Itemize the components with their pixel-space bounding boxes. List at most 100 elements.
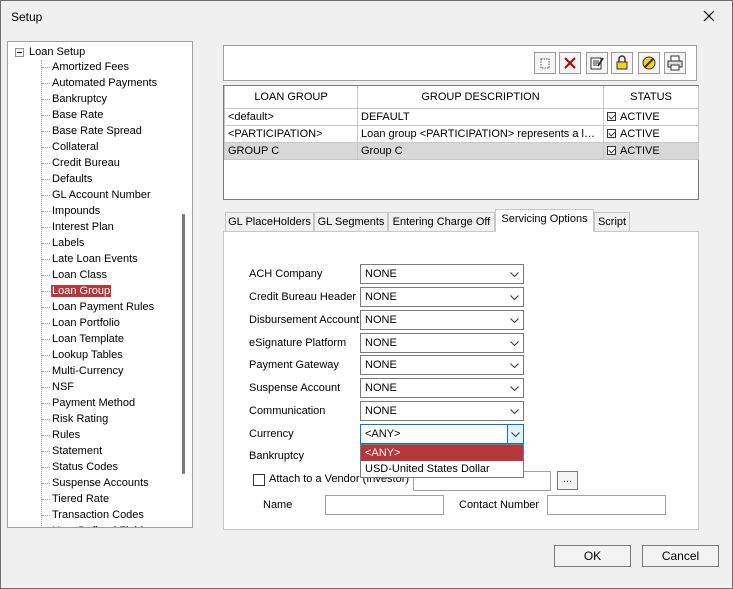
status-text: ACTIVE bbox=[620, 127, 660, 140]
tab-entering-charge-off[interactable]: Entering Charge Off bbox=[388, 212, 495, 232]
status-cell[interactable]: ACTIVE bbox=[603, 124, 699, 143]
loan-group-grid[interactable]: LOAN GROUP GROUP DESCRIPTION STATUS <def… bbox=[223, 85, 699, 200]
status-checkbox[interactable] bbox=[607, 111, 616, 121]
disbursement-account-select[interactable]: NONE bbox=[360, 310, 524, 330]
credit-bureau-header-value: NONE bbox=[365, 291, 397, 303]
loan-group-cell[interactable]: <default> bbox=[224, 107, 358, 126]
group-description-cell[interactable]: Group C bbox=[357, 141, 604, 160]
tree-item-loan-group[interactable]: Loan Group bbox=[8, 283, 180, 299]
tree-item-transaction-codes[interactable]: Transaction Codes bbox=[8, 507, 180, 523]
delete-icon bbox=[564, 57, 576, 69]
tree-item-collateral[interactable]: Collateral bbox=[8, 139, 180, 155]
currency-dropdown-list[interactable]: <ANY> USD-United States Dollar bbox=[360, 444, 524, 478]
tree-item-multi-currency[interactable]: Multi-Currency bbox=[8, 363, 180, 379]
currency-option-usd[interactable]: USD-United States Dollar bbox=[361, 461, 523, 477]
tree-item-lookup-tables[interactable]: Lookup Tables bbox=[8, 347, 180, 363]
tab-gl-placeholders[interactable]: GL PlaceHolders bbox=[225, 212, 314, 232]
cancel-button[interactable]: Cancel bbox=[642, 545, 719, 567]
print-button[interactable] bbox=[664, 52, 686, 74]
tab-gl-segments[interactable]: GL Segments bbox=[314, 212, 388, 232]
new-button[interactable] bbox=[534, 52, 556, 74]
communication-select[interactable]: NONE bbox=[360, 401, 524, 421]
esignature-platform-select[interactable]: NONE bbox=[360, 333, 524, 353]
tree-item-bankruptcy[interactable]: Bankruptcy bbox=[8, 91, 180, 107]
tree-root-loan-setup[interactable]: Loan Setup bbox=[15, 44, 85, 60]
tree-item-loan-portfolio[interactable]: Loan Portfolio bbox=[8, 315, 180, 331]
tree-item-label: Loan Template bbox=[52, 333, 124, 345]
tools-button[interactable] bbox=[638, 52, 660, 74]
tree-item-label: Lookup Tables bbox=[52, 349, 123, 361]
disbursement-account-value: NONE bbox=[365, 314, 397, 326]
tree-item-credit-bureau[interactable]: Credit Bureau bbox=[8, 155, 180, 171]
tree-item-nsf[interactable]: NSF bbox=[8, 379, 180, 395]
tree-item-loan-template[interactable]: Loan Template bbox=[8, 331, 180, 347]
tree-item-label: User Defined Fields bbox=[51, 525, 150, 527]
currency-option-any[interactable]: <ANY> bbox=[361, 445, 523, 461]
payment-gateway-select[interactable]: NONE bbox=[360, 355, 524, 375]
tree-scrollbar[interactable] bbox=[182, 214, 185, 474]
attach-vendor-checkbox[interactable] bbox=[253, 474, 265, 486]
column-header-group-description[interactable]: GROUP DESCRIPTION bbox=[357, 86, 604, 109]
status-cell[interactable]: ACTIVE bbox=[603, 141, 699, 160]
tree-item-rules[interactable]: Rules bbox=[8, 427, 180, 443]
group-description-cell[interactable]: DEFAULT bbox=[357, 107, 604, 126]
tree-item-defaults[interactable]: Defaults bbox=[8, 171, 180, 187]
loan-group-cell[interactable]: GROUP C bbox=[224, 141, 358, 160]
print-icon bbox=[667, 55, 683, 71]
tree-item-tiered-rate[interactable]: Tiered Rate bbox=[8, 491, 180, 507]
lock-button[interactable] bbox=[611, 52, 633, 74]
group-description-cell[interactable]: Loan group <PARTICIPATION> represents a … bbox=[357, 124, 604, 143]
column-header-status[interactable]: STATUS bbox=[603, 86, 699, 109]
currency-select[interactable]: <ANY> bbox=[360, 424, 524, 444]
collapse-icon[interactable] bbox=[15, 47, 24, 57]
tab-servicing-options[interactable]: Servicing Options bbox=[495, 209, 594, 232]
tree-item-gl-account-number[interactable]: GL Account Number bbox=[8, 187, 180, 203]
tree-item-risk-rating[interactable]: Risk Rating bbox=[8, 411, 180, 427]
delete-button[interactable] bbox=[559, 52, 581, 74]
tree-item-label: Statement bbox=[52, 445, 103, 457]
tree-item-label: Payment Method bbox=[52, 397, 136, 409]
tree-item-user-defined-fields[interactable]: User Defined Fields bbox=[8, 523, 180, 527]
tree-item-interest-plan[interactable]: Interest Plan bbox=[8, 219, 180, 235]
tree-item-status-codes[interactable]: Status Codes bbox=[8, 459, 180, 475]
tree-item-loan-payment-rules[interactable]: Loan Payment Rules bbox=[8, 299, 180, 315]
tree-root-label: Loan Setup bbox=[29, 46, 86, 58]
tree-item-base-rate-spread[interactable]: Base Rate Spread bbox=[8, 123, 180, 139]
suspense-account-select[interactable]: NONE bbox=[360, 378, 524, 398]
grid-header-row: LOAN GROUP GROUP DESCRIPTION STATUS bbox=[224, 86, 699, 109]
tree-item-impounds[interactable]: Impounds bbox=[8, 203, 180, 219]
name-field[interactable] bbox=[325, 495, 444, 515]
chevron-down-icon bbox=[507, 356, 521, 374]
tree-item-label: Impounds bbox=[52, 205, 101, 217]
setup-tree[interactable]: Loan Setup Amortized Fees Automated Payme… bbox=[7, 41, 193, 528]
ok-button[interactable]: OK bbox=[554, 545, 631, 567]
tree-item-late-loan-events[interactable]: Late Loan Events bbox=[8, 251, 180, 267]
credit-bureau-header-select[interactable]: NONE bbox=[360, 287, 524, 307]
table-row[interactable]: <PARTICIPATION> Loan group <PARTICIPATION… bbox=[224, 124, 699, 143]
edit-button[interactable] bbox=[586, 52, 608, 74]
close-button[interactable] bbox=[692, 5, 726, 29]
tree-item-payment-method[interactable]: Payment Method bbox=[8, 395, 180, 411]
column-header-loan-group[interactable]: LOAN GROUP bbox=[224, 86, 358, 109]
suspense-account-value: NONE bbox=[365, 382, 397, 394]
tree-item-label: Base Rate bbox=[52, 109, 104, 121]
contact-number-field[interactable] bbox=[547, 495, 666, 515]
toolbar bbox=[223, 45, 697, 81]
currency-label: Currency bbox=[249, 428, 294, 440]
tab-script[interactable]: Script bbox=[594, 212, 630, 232]
tree-item-base-rate[interactable]: Base Rate bbox=[8, 107, 180, 123]
ach-company-select[interactable]: NONE bbox=[360, 264, 524, 284]
tree-item-amortized-fees[interactable]: Amortized Fees bbox=[8, 59, 180, 75]
tree-item-automated-payments[interactable]: Automated Payments bbox=[8, 75, 180, 91]
tree-item-loan-class[interactable]: Loan Class bbox=[8, 267, 180, 283]
tree-item-statement[interactable]: Statement bbox=[8, 443, 180, 459]
table-row[interactable]: GROUP C Group C ACTIVE bbox=[224, 141, 699, 160]
status-checkbox[interactable] bbox=[607, 128, 616, 138]
loan-group-cell[interactable]: <PARTICIPATION> bbox=[224, 124, 358, 143]
status-checkbox[interactable] bbox=[607, 145, 616, 155]
tree-item-labels[interactable]: Labels bbox=[8, 235, 180, 251]
tree-item-suspense-accounts[interactable]: Suspense Accounts bbox=[8, 475, 180, 491]
status-cell[interactable]: ACTIVE bbox=[603, 107, 699, 126]
browse-vendor-button[interactable]: ... bbox=[557, 471, 578, 490]
table-row[interactable]: <default> DEFAULT ACTIVE bbox=[224, 107, 699, 126]
